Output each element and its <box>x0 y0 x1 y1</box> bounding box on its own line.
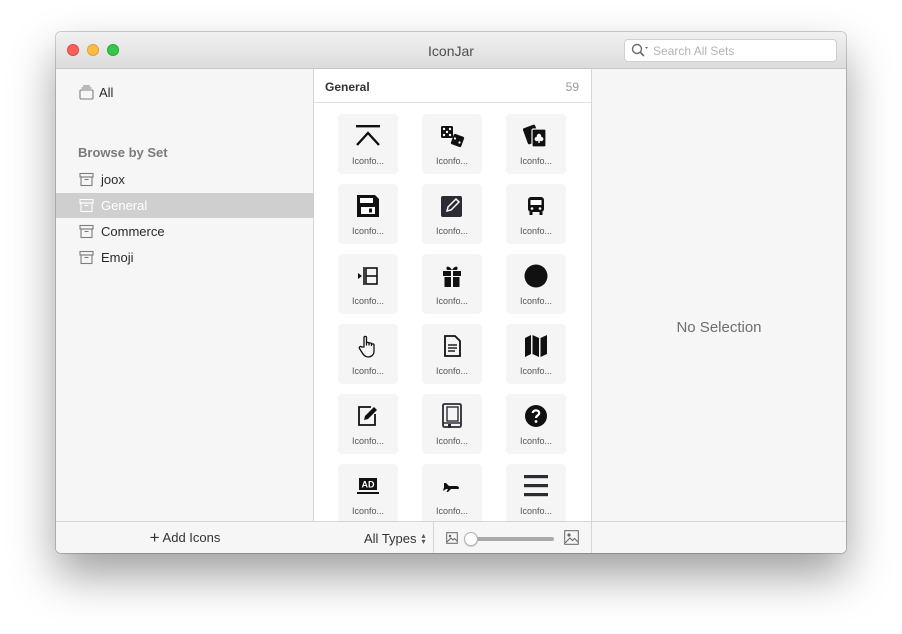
icon-tile[interactable]: Iconfo... <box>422 114 482 174</box>
detail-footer <box>592 521 846 553</box>
icon-count: 59 <box>565 80 579 94</box>
map-icon <box>525 335 547 357</box>
filled-circle-icon <box>524 264 548 288</box>
icon-tile-label: Iconfo... <box>519 156 553 166</box>
sidebar-item-label: Emoji <box>101 250 134 265</box>
sidebar-item-emoji[interactable]: Emoji <box>56 245 314 270</box>
sidebar-item-general[interactable]: General <box>56 193 314 218</box>
to-top-icon <box>356 125 380 146</box>
icon-tile[interactable]: Iconfo... <box>422 464 482 521</box>
updown-chevron-icon: ▴ ▾ <box>421 530 426 546</box>
no-selection-text: No Selection <box>676 319 762 336</box>
icon-tile[interactable]: Iconfo... <box>506 254 566 314</box>
icon-tile[interactable]: Iconfo... <box>506 184 566 244</box>
hand-pointer-icon <box>358 335 375 358</box>
icon-tile[interactable]: Iconfo... <box>506 324 566 384</box>
sidebar: All Browse by Set joox General Commerce … <box>56 69 314 553</box>
archive-box-icon <box>79 250 94 265</box>
small-image-icon <box>446 532 458 544</box>
icon-tile-label: Iconfo... <box>435 366 469 376</box>
question-circle-icon <box>525 405 547 427</box>
arrow-into-box-icon <box>358 267 378 285</box>
icon-tile[interactable]: Iconfo... <box>422 254 482 314</box>
icon-tile-label: Iconfo... <box>351 366 385 376</box>
archive-box-icon <box>79 172 94 187</box>
icon-tile[interactable]: Iconfo... <box>422 394 482 454</box>
icon-tile-label: Iconfo... <box>351 506 385 516</box>
edit-square-icon <box>441 196 462 217</box>
hamburger-menu-icon <box>524 475 548 497</box>
icon-tile[interactable]: Iconfo... <box>506 394 566 454</box>
icon-tile-label: Iconfo... <box>351 296 385 306</box>
icon-grid: Iconfo... Iconfo... Iconfo... Iconfo... … <box>314 104 591 521</box>
svg-text:AD: AD <box>362 480 375 490</box>
icon-browser: General 59 Iconfo... Iconfo... Iconfo...… <box>314 69 592 553</box>
set-header: General 59 <box>314 69 591 103</box>
book-icon <box>442 403 462 428</box>
sidebar-item-label: All <box>99 85 114 100</box>
type-filter-value: All Types <box>364 531 417 546</box>
browser-toolbar: All Types ▴ ▾ <box>314 521 591 553</box>
icon-size-slider-track[interactable] <box>470 537 554 541</box>
ad-screen-icon: AD <box>357 478 379 494</box>
app-window: IconJar All Browse by Set <box>56 32 846 553</box>
icon-tile-label: Iconfo... <box>519 296 553 306</box>
sidebar-item-joox[interactable]: joox <box>56 167 314 192</box>
icon-tile-label: Iconfo... <box>435 506 469 516</box>
toolbar-divider <box>433 522 434 553</box>
detail-pane: No Selection <box>592 69 846 553</box>
icon-size-slider-handle[interactable] <box>464 532 478 546</box>
floppy-disk-icon <box>357 195 379 217</box>
icon-tile-label: Iconfo... <box>435 436 469 446</box>
icon-tile-label: Iconfo... <box>519 226 553 236</box>
airplane-landing-icon <box>443 483 459 492</box>
sidebar-item-label: General <box>101 198 148 213</box>
icon-tile[interactable]: Iconfo... <box>506 114 566 174</box>
icon-tile[interactable]: Iconfo... <box>338 114 398 174</box>
sidebar-item-all[interactable]: All <box>56 80 314 105</box>
icon-tile[interactable]: Iconfo... <box>338 394 398 454</box>
stack-icon <box>79 85 94 100</box>
icon-tile-label: Iconfo... <box>435 226 469 236</box>
icon-tile-label: Iconfo... <box>351 226 385 236</box>
archive-box-icon <box>79 198 94 213</box>
bus-icon <box>528 197 544 215</box>
icon-tile-label: Iconfo... <box>351 436 385 446</box>
icon-tile-label: Iconfo... <box>519 506 553 516</box>
add-icons-button[interactable]: + Add Icons <box>56 521 314 553</box>
icon-tile-label: Iconfo... <box>351 156 385 166</box>
sidebar-item-label: joox <box>101 172 125 187</box>
sidebar-item-label: Commerce <box>101 224 165 239</box>
archive-box-icon <box>79 224 94 239</box>
icon-tile-label: Iconfo... <box>519 366 553 376</box>
set-title: General <box>325 80 370 94</box>
plus-icon: + <box>149 528 160 547</box>
icon-tile[interactable]: Iconfo... <box>338 254 398 314</box>
icon-tile[interactable]: Iconfo... <box>422 324 482 384</box>
add-icons-label: Add Icons <box>162 530 221 545</box>
playing-cards-icon <box>523 124 547 148</box>
title-bar: IconJar <box>56 32 846 69</box>
search-field[interactable] <box>624 39 837 62</box>
search-icon[interactable] <box>629 40 651 61</box>
gift-icon <box>443 266 461 287</box>
document-icon <box>444 335 461 357</box>
dice-icon <box>441 126 465 148</box>
icon-tile-label: Iconfo... <box>435 156 469 166</box>
search-input[interactable] <box>653 43 833 58</box>
icon-tile-label: Iconfo... <box>435 296 469 306</box>
icon-tile[interactable]: Iconfo... <box>338 324 398 384</box>
icon-tile[interactable]: AD Iconfo... <box>338 464 398 521</box>
icon-tile[interactable]: Iconfo... <box>338 184 398 244</box>
icon-tile[interactable]: Iconfo... <box>422 184 482 244</box>
sidebar-item-commerce[interactable]: Commerce <box>56 219 314 244</box>
sidebar-section-header: Browse by Set <box>78 145 168 160</box>
large-image-icon <box>564 530 579 545</box>
type-filter-select[interactable]: All Types ▴ ▾ <box>364 531 426 546</box>
edit-outline-icon <box>358 406 377 426</box>
icon-tile[interactable]: Iconfo... <box>506 464 566 521</box>
icon-tile-label: Iconfo... <box>519 436 553 446</box>
